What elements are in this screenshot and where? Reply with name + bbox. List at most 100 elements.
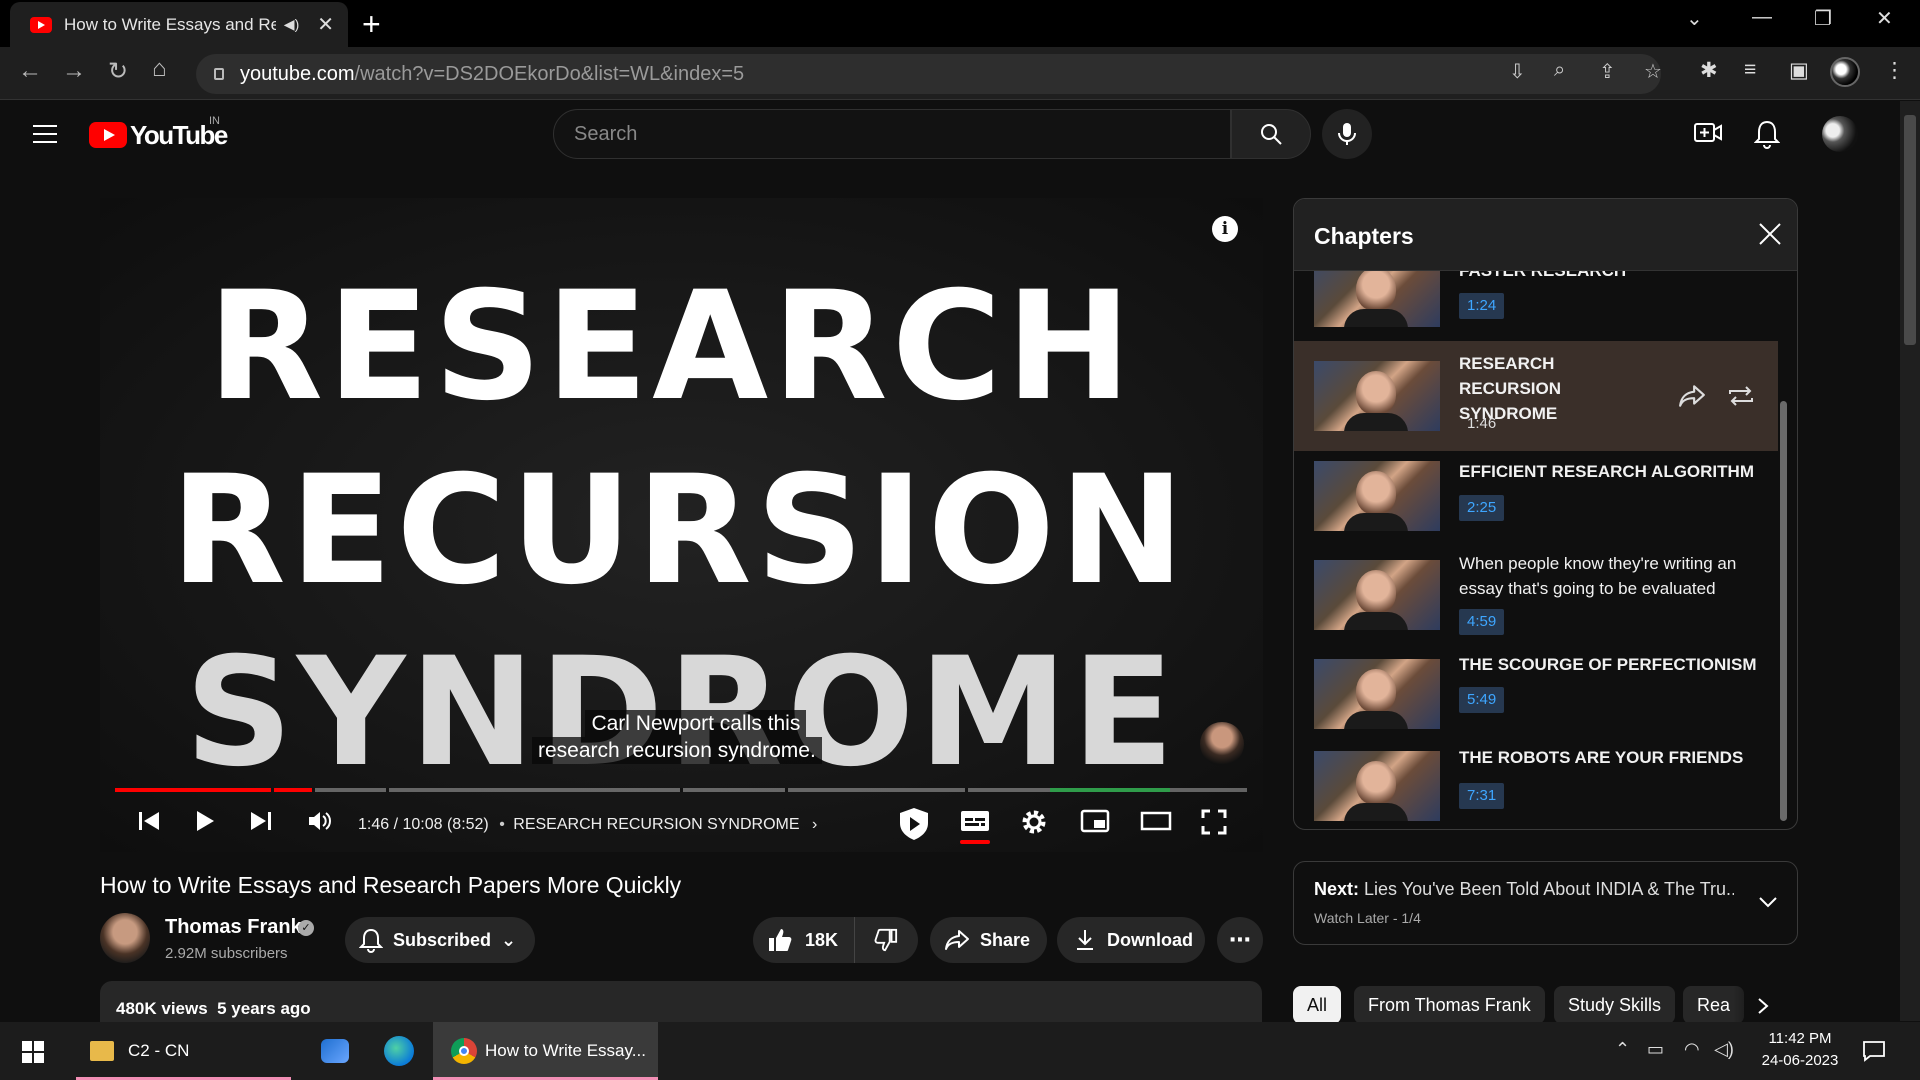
chapter-timestamp[interactable]: 1:46: [1459, 411, 1504, 437]
share-chapter-icon[interactable]: [1678, 383, 1706, 409]
tab-title: How to Write Essays and Research Papers …: [64, 14, 276, 34]
wifi-icon[interactable]: ◠: [1684, 1039, 1700, 1060]
chapter-timestamp[interactable]: 2:25: [1459, 495, 1505, 521]
video-player[interactable]: RESEARCH RECURSION SYNDROME i Carl Newpo…: [100, 198, 1263, 852]
chevron-right-icon[interactable]: [1755, 996, 1771, 1016]
youtube-favicon-icon: [30, 16, 52, 33]
home-icon[interactable]: ⌂: [152, 55, 167, 83]
media-queue-icon[interactable]: ≡: [1744, 58, 1756, 82]
progress-bar[interactable]: [115, 788, 1247, 792]
taskbar-file-explorer[interactable]: C2 - CN: [76, 1022, 291, 1080]
page-scrollbar[interactable]: [1900, 101, 1920, 1021]
tray-chevron-up-icon[interactable]: ⌃: [1615, 1039, 1630, 1060]
browser-menu-icon[interactable]: ⋮: [1884, 58, 1905, 83]
next-icon[interactable]: [248, 808, 274, 834]
window-close-icon[interactable]: ✕: [1876, 6, 1893, 31]
dislike-button[interactable]: [855, 917, 917, 963]
chapter-thumbnail: [1314, 361, 1440, 431]
info-icon[interactable]: i: [1212, 216, 1238, 242]
chip-all[interactable]: All: [1293, 986, 1342, 1024]
youtube-masthead: YouTube IN: [0, 101, 1900, 167]
address-bar[interactable]: youtube.com/watch?v=DS2DOEkorDo&list=WL&…: [196, 54, 1661, 94]
chip-study-skills[interactable]: Study Skills: [1554, 986, 1676, 1024]
chevron-down-icon[interactable]: [1757, 894, 1779, 910]
chapter-item[interactable]: THE SCOURGE OF PERFECTIONISM 5:49: [1294, 649, 1778, 739]
battery-icon[interactable]: ▭: [1647, 1039, 1664, 1060]
settings-gear-icon[interactable]: [1020, 808, 1048, 836]
channel-name[interactable]: Thomas Frank: [165, 916, 302, 939]
taskbar-clock[interactable]: 11:42 PM 24-06-2023: [1755, 1028, 1845, 1072]
taskbar-chrome[interactable]: How to Write Essay...: [433, 1022, 658, 1080]
chapters-scrollbar[interactable]: [1780, 401, 1787, 821]
theater-mode-icon[interactable]: [1140, 808, 1172, 834]
install-app-icon[interactable]: ⇩: [1509, 59, 1526, 84]
notification-center-icon[interactable]: [1862, 1040, 1886, 1062]
reload-icon[interactable]: ↻: [108, 57, 128, 86]
chapter-timestamp[interactable]: 1:24: [1459, 293, 1505, 319]
browser-tab[interactable]: How to Write Essays and Research Papers …: [10, 2, 348, 47]
zoom-icon[interactable]: ⌕: [1554, 59, 1565, 82]
speaker-icon[interactable]: ◁): [1714, 1039, 1734, 1060]
current-chapter-label[interactable]: RESEARCH RECURSION SYNDROME: [513, 816, 799, 833]
chapter-item[interactable]: FASTER RESEARCH 1:24: [1294, 271, 1778, 331]
chevron-right-icon[interactable]: ›: [812, 816, 817, 833]
windows-start-icon[interactable]: [22, 1041, 44, 1063]
chapter-thumbnail: [1314, 751, 1440, 821]
ad-shield-icon[interactable]: [897, 806, 931, 842]
restore-icon[interactable]: ❐: [1814, 6, 1832, 31]
chapter-timestamp[interactable]: 7:31: [1459, 783, 1505, 809]
video-title: How to Write Essays and Research Papers …: [100, 872, 682, 898]
search-input[interactable]: [574, 122, 1174, 146]
subtitles-icon[interactable]: [960, 808, 990, 834]
new-tab-button[interactable]: +: [362, 6, 381, 43]
extensions-puzzle-icon[interactable]: ✱: [1700, 58, 1718, 83]
chapter-item[interactable]: When people know they're writing an essa…: [1294, 549, 1778, 649]
more-actions-button[interactable]: ⋯: [1217, 917, 1263, 963]
page-scrollbar-thumb[interactable]: [1904, 115, 1916, 345]
playlist-next-box[interactable]: Next: Lies You've Been Told About INDIA …: [1293, 861, 1798, 945]
taskbar-edge[interactable]: [376, 1022, 422, 1080]
chapter-item-active[interactable]: RESEARCH RECURSION SYNDROME 1:46: [1294, 341, 1778, 451]
download-button[interactable]: Download: [1057, 917, 1205, 963]
country-code: IN: [209, 115, 220, 127]
chip-from-channel[interactable]: From Thomas Frank: [1354, 986, 1545, 1024]
tab-close-icon[interactable]: ✕: [317, 12, 334, 37]
minimize-icon[interactable]: —: [1752, 6, 1772, 29]
forward-arrow-icon[interactable]: →: [62, 57, 86, 85]
search-button[interactable]: [1231, 109, 1311, 159]
voice-search-button[interactable]: [1322, 109, 1372, 159]
chapter-timestamp[interactable]: 4:59: [1459, 609, 1505, 635]
chapter-item[interactable]: THE ROBOTS ARE YOUR FRIENDS 7:31: [1294, 739, 1778, 829]
channel-avatar[interactable]: [100, 913, 150, 963]
youtube-logo-icon[interactable]: [89, 122, 127, 148]
chapter-item[interactable]: EFFICIENT RESEARCH ALGORITHM 2:25: [1294, 451, 1778, 549]
account-avatar[interactable]: [1822, 116, 1858, 152]
share-page-icon[interactable]: ⇪: [1599, 59, 1616, 84]
taskbar-outlook[interactable]: [312, 1022, 358, 1080]
notifications-bell-icon[interactable]: [1754, 119, 1780, 149]
tab-audio-icon[interactable]: ◀): [284, 16, 299, 33]
chevron-down-icon: ⌄: [501, 929, 517, 950]
back-arrow-icon[interactable]: ←: [18, 57, 42, 85]
chapter-timestamp[interactable]: 5:49: [1459, 687, 1505, 713]
subscribed-button[interactable]: Subscribed ⌄: [345, 917, 535, 963]
fullscreen-icon[interactable]: [1200, 808, 1228, 836]
play-icon[interactable]: [192, 808, 218, 834]
share-button[interactable]: Share: [930, 917, 1047, 963]
volume-icon[interactable]: [306, 808, 334, 834]
previous-icon[interactable]: [136, 808, 162, 834]
guide-menu-icon[interactable]: [33, 125, 57, 143]
chapter-thumbnail: [1314, 271, 1440, 327]
bookmark-star-icon[interactable]: ☆: [1644, 59, 1662, 84]
loop-chapter-icon[interactable]: [1726, 383, 1756, 409]
create-video-icon[interactable]: [1693, 119, 1723, 147]
browser-profile-avatar[interactable]: [1830, 57, 1860, 87]
tab-search-chevron-icon[interactable]: ⌄: [1686, 6, 1703, 31]
close-icon[interactable]: [1757, 221, 1783, 247]
miniplayer-icon[interactable]: [1080, 808, 1110, 834]
like-button[interactable]: 18K: [753, 917, 855, 963]
related-filter-chips: All From Thomas Frank Study Skills Rea: [1293, 986, 1793, 1026]
share-arrow-icon: [945, 930, 969, 950]
channel-watermark[interactable]: [1200, 722, 1244, 766]
side-panel-icon[interactable]: ▣: [1789, 58, 1809, 83]
